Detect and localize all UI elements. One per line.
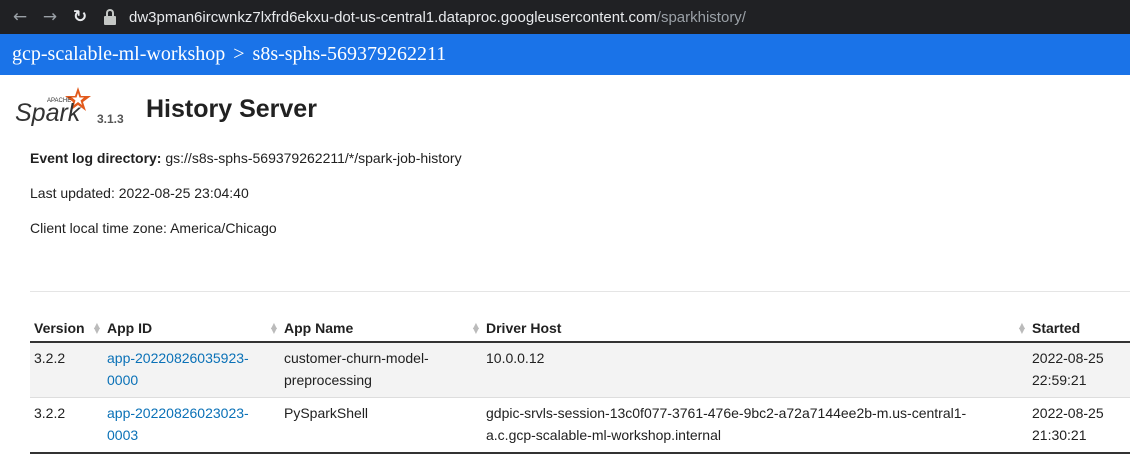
- sort-icon: ▲ ▼: [472, 321, 479, 335]
- table-row: 3.2.2 app-20220826035923- 0000 customer-c…: [30, 342, 1130, 398]
- lock-icon: [103, 9, 117, 25]
- address-bar[interactable]: dw3pman6ircwnkz7lxfrd6ekxu-dot-us-centra…: [103, 0, 746, 34]
- breadcrumb-server[interactable]: s8s-sphs-569379262211: [253, 43, 447, 66]
- cell-driver-host: 10.0.0.12: [482, 342, 1028, 398]
- table-row: 3.2.2 app-20220826023023- 0003 PySparkShe…: [30, 397, 1130, 454]
- cell-app-name: customer-churn-model-preprocessing: [280, 342, 482, 398]
- column-header-app-name[interactable]: App Name ▲ ▼: [280, 315, 482, 343]
- cell-version: 3.2.2: [30, 397, 103, 454]
- breadcrumb-header: gcp-scalable-ml-workshop > s8s-sphs-5693…: [0, 34, 1130, 75]
- cell-app-name: PySparkShell: [280, 397, 482, 454]
- breadcrumb-separator: >: [233, 43, 245, 65]
- arrow-right-icon[interactable]: →: [35, 0, 65, 34]
- client-timezone: Client local time zone: America/Chicago: [30, 220, 277, 236]
- reload-icon[interactable]: ↻: [65, 0, 95, 34]
- last-updated-label: Last updated:: [30, 185, 115, 201]
- url-host: dw3pman6ircwnkz7lxfrd6ekxu-dot-us-centra…: [129, 8, 657, 26]
- arrow-left-icon[interactable]: ←: [5, 0, 35, 34]
- spark-version: 3.1.3: [97, 112, 124, 126]
- divider: [30, 291, 1130, 292]
- table-header-row: Version ▲ ▼ App ID ▲ ▼ App Name ▲ ▼ Driver Hos…: [30, 315, 1130, 343]
- cell-driver-host: gdpic-srvls-session-13c0f077-3761-476e-9…: [482, 397, 1028, 454]
- app-id-link[interactable]: app-20220826023023- 0003: [107, 405, 249, 443]
- sort-icon: ▲ ▼: [270, 321, 277, 335]
- last-updated: Last updated: 2022-08-25 23:04:40: [30, 185, 249, 201]
- page-title: History Server: [146, 95, 317, 123]
- column-header-started[interactable]: Started: [1028, 315, 1130, 343]
- last-updated-value: 2022-08-25 23:04:40: [118, 185, 249, 201]
- url-path: /sparkhistory/: [656, 8, 746, 26]
- timezone-value: America/Chicago: [170, 220, 277, 236]
- column-header-app-id[interactable]: App ID ▲ ▼: [103, 315, 280, 343]
- breadcrumb-project[interactable]: gcp-scalable-ml-workshop: [12, 43, 225, 66]
- app-id-link[interactable]: app-20220826035923- 0000: [107, 350, 249, 388]
- event-log-directory: Event log directory: gs://s8s-sphs-56937…: [30, 150, 462, 166]
- column-header-version[interactable]: Version ▲ ▼: [30, 315, 103, 343]
- spark-brand[interactable]: APACHE Spark 3.1.3: [14, 87, 134, 132]
- applications-table: Version ▲ ▼ App ID ▲ ▼ App Name ▲ ▼ Driver Hos…: [30, 315, 1130, 454]
- logo-text: Spark: [15, 99, 82, 127]
- browser-toolbar: ← → ↻ dw3pman6ircwnkz7lxfrd6ekxu-dot-us-…: [0, 0, 1130, 34]
- sort-icon: ▲ ▼: [93, 321, 100, 335]
- cell-app-id: app-20220826023023- 0003: [103, 397, 280, 454]
- sort-icon: ▲ ▼: [1018, 321, 1025, 335]
- cell-started: 2022-08-25 22:59:21: [1028, 342, 1130, 398]
- column-header-driver-host[interactable]: Driver Host ▲ ▼: [482, 315, 1028, 343]
- spark-logo-icon: APACHE Spark: [15, 87, 91, 127]
- event-log-value: gs://s8s-sphs-569379262211/*/spark-job-h…: [165, 150, 462, 166]
- cell-app-id: app-20220826035923- 0000: [103, 342, 280, 398]
- timezone-label: Client local time zone:: [30, 220, 167, 236]
- cell-started: 2022-08-25 21:30:21: [1028, 397, 1130, 454]
- cell-version: 3.2.2: [30, 342, 103, 398]
- event-log-label: Event log directory:: [30, 150, 162, 166]
